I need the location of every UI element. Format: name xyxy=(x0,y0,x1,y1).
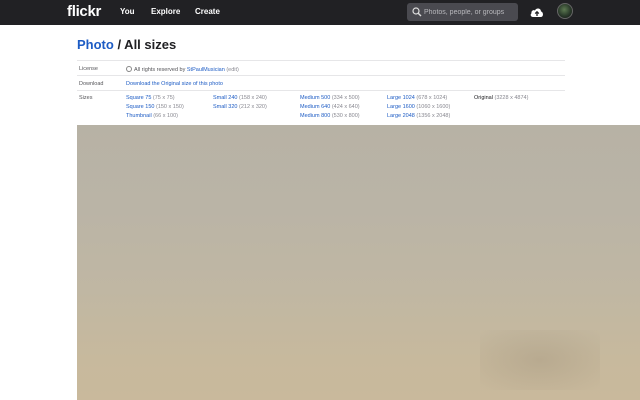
sizes-row: Sizes Square 75 (75 x 75) Square 150 (15… xyxy=(77,90,565,123)
size-option-medium-640[interactable]: Medium 640 (424 x 640) xyxy=(300,104,360,110)
size-option-large-1024[interactable]: Large 1024 (678 x 1024) xyxy=(387,95,447,101)
photo-detail xyxy=(480,330,600,390)
size-option-medium-800[interactable]: Medium 800 (530 x 800) xyxy=(300,113,360,119)
nav-create-link[interactable]: Create xyxy=(195,7,220,16)
size-option-small-320[interactable]: Small 320 (212 x 320) xyxy=(213,104,267,110)
size-option-square-75[interactable]: Square 75 (75 x 75) xyxy=(126,95,175,101)
title-suffix: / All sizes xyxy=(113,37,177,52)
download-row: Download Download the Original size of t… xyxy=(77,75,565,90)
top-nav-bar: flickr You Explore Create xyxy=(0,0,640,25)
search-icon xyxy=(412,7,422,17)
size-option-square-150[interactable]: Square 150 (150 x 150) xyxy=(126,104,184,110)
nav-you-link[interactable]: You xyxy=(120,7,135,16)
user-avatar[interactable] xyxy=(557,3,573,19)
owner-link[interactable]: StPaulMusician xyxy=(187,67,225,73)
nav-explore-link[interactable]: Explore xyxy=(151,7,180,16)
license-text: All rights reserved by xyxy=(134,67,187,73)
license-row: License All rights reserved by StPaulMus… xyxy=(77,60,565,75)
copyright-icon xyxy=(126,66,132,72)
photo-link[interactable]: Photo xyxy=(77,37,114,52)
page-title: Photo / All sizes xyxy=(77,37,176,52)
size-option-large-2048[interactable]: Large 2048 (1356 x 2048) xyxy=(387,113,450,119)
photo-preview[interactable] xyxy=(77,125,640,400)
size-option-thumbnail[interactable]: Thumbnail (66 x 100) xyxy=(126,113,178,119)
size-option-small-240[interactable]: Small 240 (158 x 240) xyxy=(213,95,267,101)
search-input[interactable] xyxy=(424,5,516,19)
download-label: Download xyxy=(79,81,104,87)
size-option-original-selected: Original (3228 x 4874) xyxy=(474,95,529,101)
sizes-label: Sizes xyxy=(79,95,93,101)
size-option-medium-500[interactable]: Medium 500 (334 x 500) xyxy=(300,95,360,101)
license-value: All rights reserved by StPaulMusician (e… xyxy=(126,66,239,73)
search-box[interactable] xyxy=(407,3,518,21)
edit-license-link[interactable]: (edit) xyxy=(226,67,239,73)
flickr-logo[interactable]: flickr xyxy=(67,3,101,20)
upload-cloud-icon[interactable] xyxy=(529,4,545,20)
license-label: License xyxy=(79,66,98,72)
size-option-large-1600[interactable]: Large 1600 (1060 x 1600) xyxy=(387,104,450,110)
download-original-link[interactable]: Download the Original size of this photo xyxy=(126,81,223,87)
